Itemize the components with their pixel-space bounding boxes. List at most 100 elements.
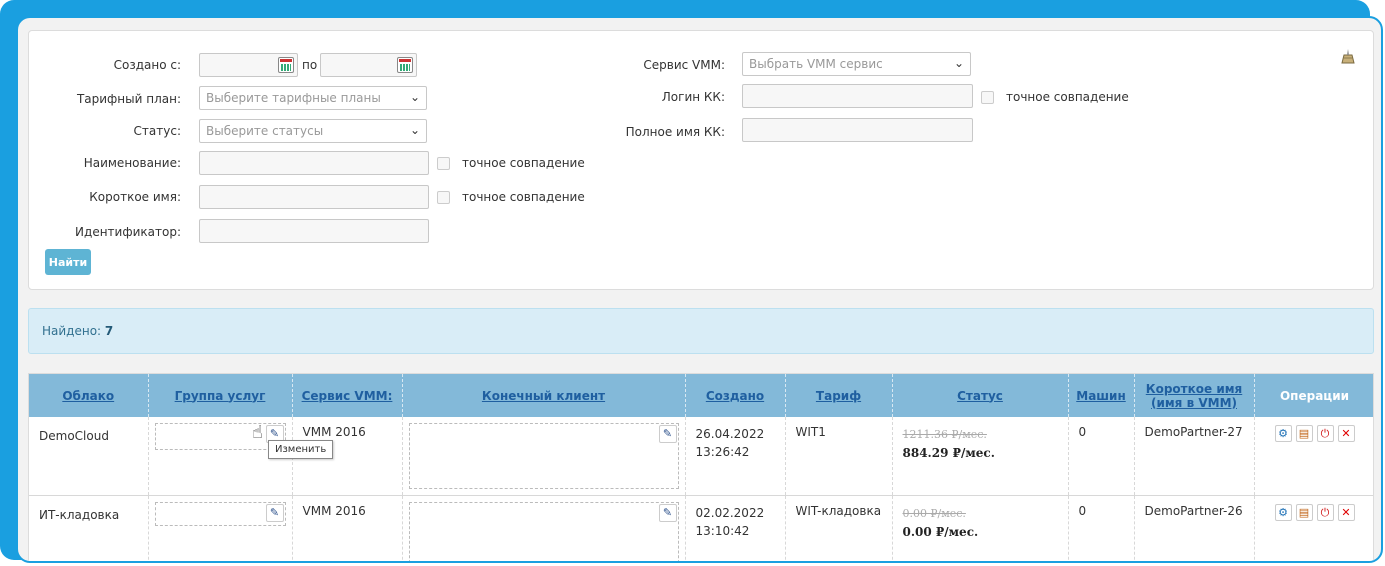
- header-end-client[interactable]: Конечный клиент: [402, 374, 686, 417]
- results-table: Облако Группа услуг Сервис VMM: Конечный…: [28, 373, 1374, 561]
- current-price: 884.29 ₽/мес.: [902, 446, 995, 460]
- results-count-label: Найдено:: [42, 324, 102, 338]
- header-short-name-line2: (имя в VMM): [1150, 395, 1237, 410]
- identifier-label: Идентификатор:: [75, 225, 181, 239]
- header-end-client-link[interactable]: Конечный клиент: [482, 389, 605, 403]
- current-price: 0.00 ₽/мес.: [902, 525, 979, 539]
- created-time: 13:10:42: [695, 524, 750, 538]
- header-service-group-link[interactable]: Группа услуг: [175, 389, 266, 403]
- pencil-icon[interactable]: ✎: [265, 504, 284, 522]
- delete-icon[interactable]: ✕: [1337, 425, 1355, 442]
- fullname-label: Полное имя КК:: [625, 125, 725, 139]
- header-machines[interactable]: Машин: [1068, 374, 1135, 417]
- header-cloud-link[interactable]: Облако: [62, 389, 114, 403]
- cell-tariff: WIT1: [785, 417, 893, 496]
- header-tariff-link[interactable]: Тариф: [816, 389, 861, 403]
- header-short-name-link[interactable]: Короткое имя (имя в VMM): [1146, 382, 1242, 410]
- cell-tariff: WIT-кладовка: [785, 495, 893, 561]
- cell-cloud: DemoCloud: [29, 417, 149, 496]
- results-count-value: 7: [104, 324, 114, 338]
- created-from-input[interactable]: [199, 53, 298, 77]
- fullname-input[interactable]: [742, 118, 973, 142]
- clear-filter-icon[interactable]: [1339, 48, 1357, 66]
- vmm-label: Сервис VMM:: [643, 58, 725, 72]
- tariff-select[interactable]: Выберите тарифные планы ⌄: [199, 86, 427, 110]
- cell-status: 0.00 ₽/мес. 0.00 ₽/мес.: [892, 495, 1069, 561]
- header-operations: Операции: [1254, 374, 1373, 417]
- stats-icon[interactable]: ▤: [1295, 425, 1313, 442]
- identifier-input[interactable]: [199, 219, 429, 243]
- hand-cursor-icon: ☝: [252, 422, 263, 443]
- table-row: ИТ-кладовка ✎ VMM 2016 ✎ 02.02.2022 13:1…: [29, 495, 1373, 561]
- created-to-input[interactable]: [320, 53, 417, 77]
- cell-service-group: ✎: [148, 495, 293, 561]
- short-name-exact-checkbox[interactable]: [437, 191, 450, 204]
- content-area: Создано с: по Тарифный план: Выберите та…: [16, 16, 1383, 563]
- cell-cloud: ИТ-кладовка: [29, 495, 149, 561]
- chevron-down-icon: ⌄: [409, 90, 420, 104]
- status-label: Статус:: [133, 124, 181, 138]
- cell-vmm: VMM 2016: [292, 495, 403, 561]
- header-service-group[interactable]: Группа услуг: [148, 374, 293, 417]
- created-date: 02.02.2022: [695, 506, 765, 520]
- cell-operations: ⚙ ▤ ⏻ ✕: [1254, 417, 1373, 496]
- vmm-select[interactable]: Выбрать VMM сервис ⌄: [742, 52, 971, 76]
- header-short-name[interactable]: Короткое имя (имя в VMM): [1134, 374, 1255, 417]
- header-tariff[interactable]: Тариф: [785, 374, 893, 417]
- gear-icon[interactable]: ⚙: [1274, 504, 1292, 521]
- power-icon[interactable]: ⏻: [1316, 504, 1334, 521]
- name-label: Наименование:: [83, 156, 181, 170]
- header-vmm-service-link[interactable]: Сервис VMM:: [302, 389, 393, 403]
- table-row: DemoCloud ✎ VMM 2016 ✎ 26.04.2022 13:26:…: [29, 417, 1373, 496]
- cell-created: 26.04.2022 13:26:42: [685, 417, 786, 496]
- chevron-down-icon: ⌄: [409, 123, 420, 137]
- calendar-icon[interactable]: [397, 57, 413, 73]
- header-short-name-line1: Короткое имя: [1145, 381, 1243, 396]
- results-count-bar: Найдено: 7: [28, 308, 1374, 354]
- name-input[interactable]: [199, 151, 429, 175]
- header-status-link[interactable]: Статус: [957, 389, 1003, 403]
- header-status[interactable]: Статус: [892, 374, 1069, 417]
- tariff-select-value: Выберите тарифные планы: [206, 91, 381, 105]
- end-client-field[interactable]: ✎: [408, 502, 679, 561]
- status-select[interactable]: Выберите статусы ⌄: [199, 119, 427, 143]
- name-exact-checkbox[interactable]: [437, 157, 450, 170]
- old-price: 1211.36 ₽/мес.: [902, 428, 987, 441]
- cell-short-name: DemoPartner-26: [1134, 495, 1255, 561]
- tooltip: Изменить: [268, 440, 334, 459]
- pencil-icon[interactable]: ✎: [658, 504, 677, 522]
- end-client-field[interactable]: ✎: [408, 423, 679, 489]
- cell-operations: ⚙ ▤ ⏻ ✕: [1254, 495, 1373, 561]
- stats-icon[interactable]: ▤: [1295, 504, 1313, 521]
- status-select-value: Выберите статусы: [206, 124, 324, 138]
- delete-icon[interactable]: ✕: [1337, 504, 1355, 521]
- header-created[interactable]: Создано: [685, 374, 786, 417]
- short-name-input[interactable]: [199, 185, 429, 209]
- pencil-icon[interactable]: ✎: [658, 425, 677, 443]
- cell-machines: 0: [1068, 417, 1135, 496]
- created-to-label: по: [302, 58, 318, 72]
- cell-end-client: ✎: [402, 495, 686, 561]
- header-vmm-service[interactable]: Сервис VMM:: [292, 374, 403, 417]
- cell-machines: 0: [1068, 495, 1135, 561]
- calendar-icon[interactable]: [278, 57, 294, 73]
- header-cloud[interactable]: Облако: [29, 374, 149, 417]
- service-group-field[interactable]: ✎: [154, 502, 286, 526]
- created-date: 26.04.2022: [695, 427, 765, 441]
- old-price: 0.00 ₽/мес.: [902, 507, 966, 520]
- search-button[interactable]: Найти: [45, 249, 91, 275]
- login-exact-checkbox[interactable]: [981, 91, 994, 104]
- filter-panel: Создано с: по Тарифный план: Выберите та…: [28, 30, 1374, 290]
- power-icon[interactable]: ⏻: [1316, 425, 1334, 442]
- service-group-field[interactable]: ✎: [154, 423, 286, 450]
- chevron-down-icon: ⌄: [953, 56, 964, 70]
- cell-created: 02.02.2022 13:10:42: [685, 495, 786, 561]
- cell-status: 1211.36 ₽/мес. 884.29 ₽/мес.: [892, 417, 1069, 496]
- login-input[interactable]: [742, 84, 973, 108]
- header-machines-link[interactable]: Машин: [1076, 389, 1125, 403]
- login-exact-label: точное совпадение: [1006, 90, 1129, 104]
- short-name-exact-label: точное совпадение: [462, 190, 585, 204]
- created-from-label: Создано с:: [113, 58, 181, 72]
- header-created-link[interactable]: Создано: [706, 389, 764, 403]
- gear-icon[interactable]: ⚙: [1274, 425, 1292, 442]
